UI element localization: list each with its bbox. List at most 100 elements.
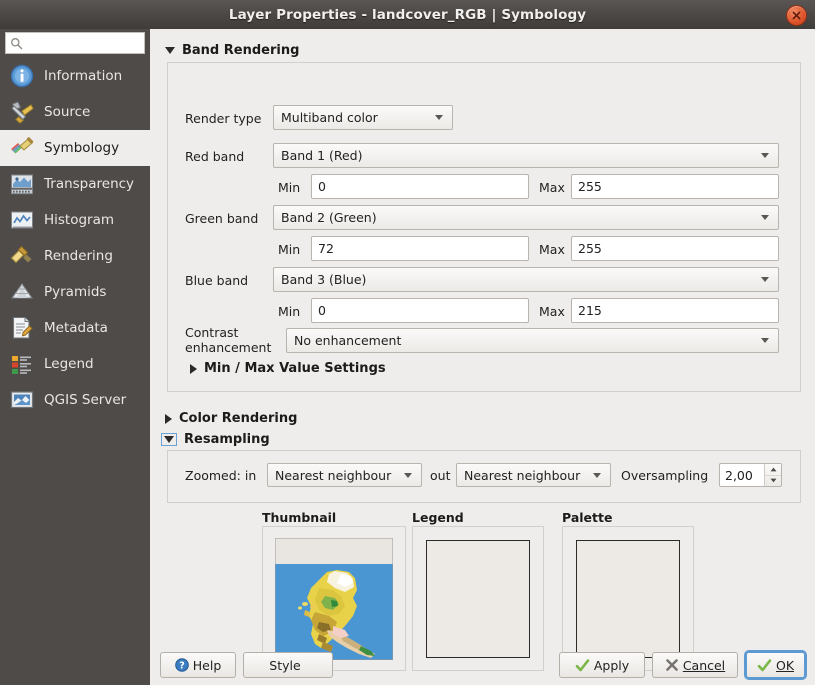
resampling-title: Resampling	[184, 432, 270, 447]
blue-max-value[interactable]	[578, 299, 778, 322]
search-icon	[10, 37, 23, 50]
sidebar-item-pyramids[interactable]: Pyramids	[0, 274, 150, 310]
sidebar-item-transparency[interactable]: Transparency	[0, 166, 150, 202]
sidebar-nav: Information Source	[0, 58, 150, 418]
zoomed-out-label: out	[430, 468, 450, 483]
rendering-icon	[9, 243, 35, 269]
red-min-input[interactable]	[311, 174, 529, 199]
apply-button-label: Apply	[594, 658, 629, 673]
green-max-value[interactable]	[578, 237, 778, 260]
histogram-icon	[9, 207, 35, 233]
sidebar-item-source[interactable]: Source	[0, 94, 150, 130]
cancel-button[interactable]: Cancel	[652, 652, 738, 678]
close-glyph	[791, 10, 802, 21]
sidebar-item-label: Rendering	[44, 248, 113, 264]
blue-min-input[interactable]	[311, 298, 529, 323]
information-icon	[9, 63, 35, 89]
color-rendering-title: Color Rendering	[179, 411, 297, 426]
blue-max-input[interactable]	[571, 298, 779, 323]
sidebar-item-label: Metadata	[44, 320, 108, 336]
sidebar-item-label: Pyramids	[44, 284, 106, 300]
help-button[interactable]: ? Help	[160, 652, 236, 678]
main-panel: Band Rendering Render type Multiband col…	[150, 29, 815, 685]
render-type-select[interactable]: Multiband color	[273, 105, 453, 130]
chevron-down-icon	[165, 47, 175, 54]
sidebar-item-information[interactable]: Information	[0, 58, 150, 94]
window-title: Layer Properties - landcover_RGB | Symbo…	[229, 7, 586, 23]
sidebar-item-rendering[interactable]: Rendering	[0, 238, 150, 274]
contrast-enhancement-label: Contrast enhancement	[185, 325, 271, 355]
green-max-input[interactable]	[571, 236, 779, 261]
zoomed-out-value: Nearest neighbour	[457, 468, 593, 483]
green-min-label: Min	[278, 242, 300, 257]
check-icon	[757, 658, 772, 673]
chevron-down-icon	[761, 277, 769, 282]
title-bar: Layer Properties - landcover_RGB | Symbo…	[0, 0, 815, 30]
svg-text:?: ?	[179, 661, 185, 672]
sidebar-item-legend[interactable]: Legend	[0, 346, 150, 382]
ok-button[interactable]: OK	[746, 652, 805, 678]
contrast-label-line2: enhancement	[185, 340, 271, 355]
blue-max-label: Max	[539, 304, 565, 319]
transparency-icon	[9, 171, 35, 197]
resampling-section-header[interactable]: Resampling	[161, 432, 270, 447]
blue-band-select[interactable]: Band 3 (Blue)	[273, 267, 779, 292]
blue-band-label: Blue band	[185, 273, 248, 288]
spinner-down-icon[interactable]	[765, 476, 781, 487]
chevron-down-icon-box	[161, 433, 177, 446]
sidebar-item-label: Information	[44, 68, 122, 84]
layer-properties-dialog: Layer Properties - landcover_RGB | Symbo…	[0, 0, 815, 685]
contrast-label-line1: Contrast	[185, 325, 238, 340]
band-rendering-group: Render type Multiband color Red band Ban…	[167, 62, 801, 392]
contrast-enhancement-select[interactable]: No enhancement	[286, 328, 779, 353]
sidebar-item-symbology[interactable]: Symbology	[0, 130, 150, 166]
pyramids-icon	[9, 279, 35, 305]
chevron-down-icon	[404, 473, 412, 478]
apply-button[interactable]: Apply	[559, 652, 645, 678]
blue-band-value: Band 3 (Blue)	[274, 272, 761, 287]
oversampling-value[interactable]	[720, 464, 764, 486]
blue-min-label: Min	[278, 304, 300, 319]
band-rendering-title: Band Rendering	[182, 43, 299, 58]
style-button[interactable]: Style	[243, 652, 333, 678]
sidebar-item-label: Histogram	[44, 212, 114, 228]
dialog-button-bar: ? Help Style Apply Cancel	[150, 648, 815, 685]
source-icon	[9, 99, 35, 125]
red-band-select[interactable]: Band 1 (Red)	[273, 143, 779, 168]
thumbnail-label: Thumbnail	[262, 510, 336, 525]
qgis-server-icon	[9, 387, 35, 413]
green-band-select[interactable]: Band 2 (Green)	[273, 205, 779, 230]
sidebar-item-metadata[interactable]: Metadata	[0, 310, 150, 346]
green-min-input[interactable]	[311, 236, 529, 261]
chevron-down-icon	[761, 338, 769, 343]
sidebar-item-label: Legend	[44, 356, 94, 372]
chevron-down-icon	[761, 153, 769, 158]
ok-button-label: OK	[776, 658, 794, 673]
sidebar: Information Source	[0, 29, 150, 685]
oversampling-stepper[interactable]	[719, 463, 782, 487]
chevron-right-icon	[165, 414, 172, 424]
red-max-value[interactable]	[578, 175, 778, 198]
sidebar-item-histogram[interactable]: Histogram	[0, 202, 150, 238]
sidebar-item-label: Symbology	[44, 140, 119, 156]
zoomed-out-select[interactable]: Nearest neighbour	[456, 463, 611, 487]
green-max-label: Max	[539, 242, 565, 257]
band-rendering-section-header[interactable]: Band Rendering	[165, 43, 299, 58]
green-band-value: Band 2 (Green)	[274, 210, 761, 225]
search-box[interactable]	[5, 32, 145, 54]
sidebar-item-qgis-server[interactable]: QGIS Server	[0, 382, 150, 418]
spinner-up-icon[interactable]	[765, 464, 781, 476]
thumbnail-image	[275, 538, 393, 660]
green-min-value[interactable]	[318, 237, 528, 260]
red-max-input[interactable]	[571, 174, 779, 199]
symbology-icon	[9, 135, 35, 161]
red-min-value[interactable]	[318, 175, 528, 198]
minmax-value-settings-header[interactable]: Min / Max Value Settings	[190, 361, 386, 376]
color-rendering-section-header[interactable]: Color Rendering	[165, 411, 297, 426]
zoomed-in-label: Zoomed: in	[185, 468, 256, 483]
blue-min-value[interactable]	[318, 299, 528, 322]
zoomed-in-select[interactable]: Nearest neighbour	[267, 463, 422, 487]
minmax-value-settings-label: Min / Max Value Settings	[204, 361, 386, 376]
oversampling-spin-buttons	[764, 464, 781, 486]
close-icon[interactable]	[786, 5, 807, 26]
